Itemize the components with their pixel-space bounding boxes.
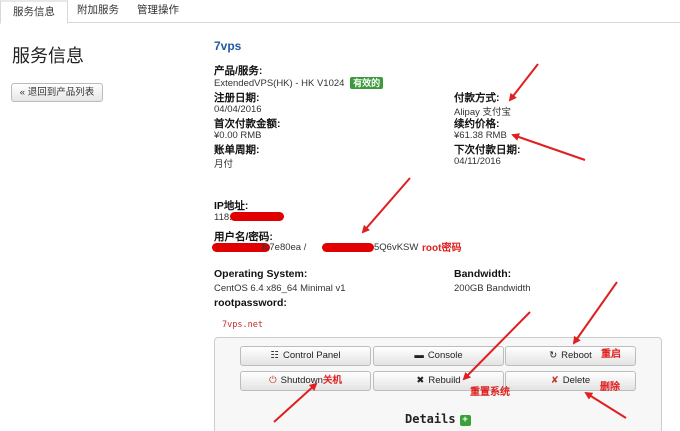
root-password-annotation: root密码: [422, 243, 462, 254]
next-due-label: 下次付款日期:: [454, 144, 521, 156]
os-value: CentOS 6.4 x86_64 Minimal v1: [214, 283, 346, 294]
rootpassword-label: rootpassword:: [214, 297, 287, 309]
billing-cycle-label: 账单周期:: [214, 144, 260, 156]
product-value: ExtendedVPS(HK) - HK V1024 有效的: [214, 77, 384, 89]
wrench-icon: ✖: [416, 375, 425, 386]
arrow-reboot: [572, 281, 618, 345]
details-toggle[interactable]: Details +: [405, 412, 471, 426]
expand-icon: +: [459, 415, 471, 426]
tab-addons[interactable]: 附加服务: [70, 0, 126, 23]
sitemap-icon: ☷: [270, 350, 279, 361]
rebuild-annotation: 重置系统: [470, 387, 510, 398]
credentials-value-mid: fc7e80ea /: [262, 242, 307, 253]
bandwidth-value: 200GB Bandwidth: [454, 283, 531, 294]
shutdown-annotation: 关机: [322, 375, 342, 386]
ip-label: IP地址:: [214, 200, 249, 212]
control-panel-label: Control Panel: [282, 350, 341, 361]
reboot-annotation: 重启: [601, 349, 621, 360]
tab-service-info[interactable]: 服务信息: [0, 0, 68, 24]
delete-x-icon: ✘: [550, 375, 559, 386]
watermark-text: 7vps.net: [222, 320, 263, 330]
page-title: 服务信息: [12, 46, 84, 66]
power-icon: ⏻: [269, 375, 277, 386]
os-label: Operating System:: [214, 268, 308, 280]
bandwidth-label: Bandwidth:: [454, 268, 512, 280]
arrow-payment-method: [508, 63, 539, 102]
arrow-renew-price: [511, 133, 586, 161]
product-name: 7vps: [214, 39, 242, 53]
rebuild-label: Rebuild: [428, 375, 461, 386]
delete-label: Delete: [562, 375, 591, 386]
ip-redaction: [230, 212, 284, 221]
console-label: Console: [427, 350, 463, 361]
refresh-icon: ↻: [549, 350, 558, 361]
first-amount-label: 首次付款金额:: [214, 118, 281, 130]
control-panel-button[interactable]: ☷ Control Panel: [240, 346, 371, 366]
reboot-label: Reboot: [561, 350, 592, 361]
renew-price-value: ¥61.38 RMB: [454, 130, 507, 141]
arrow-credentials: [361, 177, 411, 234]
password-redaction: [322, 243, 374, 252]
console-button[interactable]: ▬ Console: [373, 346, 504, 366]
reg-date-value: 04/04/2016: [214, 104, 262, 115]
next-due-value: 04/11/2016: [454, 156, 501, 167]
terminal-icon: ▬: [414, 350, 424, 361]
first-amount-value: ¥0.00 RMB: [214, 130, 262, 141]
tab-management[interactable]: 管理操作: [130, 0, 186, 23]
back-to-products-button[interactable]: « 退回到产品列表: [11, 83, 103, 102]
product-label: 产品/服务:: [214, 65, 263, 77]
shutdown-label: Shutdown: [280, 375, 323, 386]
product-value-text: ExtendedVPS(HK) - HK V1024: [214, 78, 345, 89]
details-label: Details: [405, 412, 456, 426]
tab-bar: 服务信息 附加服务 管理操作: [0, 0, 680, 24]
billing-cycle-value: 月付: [214, 159, 234, 170]
payment-method-label: 付款方式:: [454, 92, 500, 104]
credentials-value-end: 5Q6vKSW: [374, 242, 419, 253]
delete-annotation: 删除: [600, 382, 620, 393]
status-badge: 有效的: [350, 77, 384, 89]
shutdown-button[interactable]: ⏻ Shutdown关机: [240, 371, 371, 391]
renew-price-label: 续约价格:: [454, 118, 500, 130]
reg-date-label: 注册日期:: [214, 92, 260, 104]
